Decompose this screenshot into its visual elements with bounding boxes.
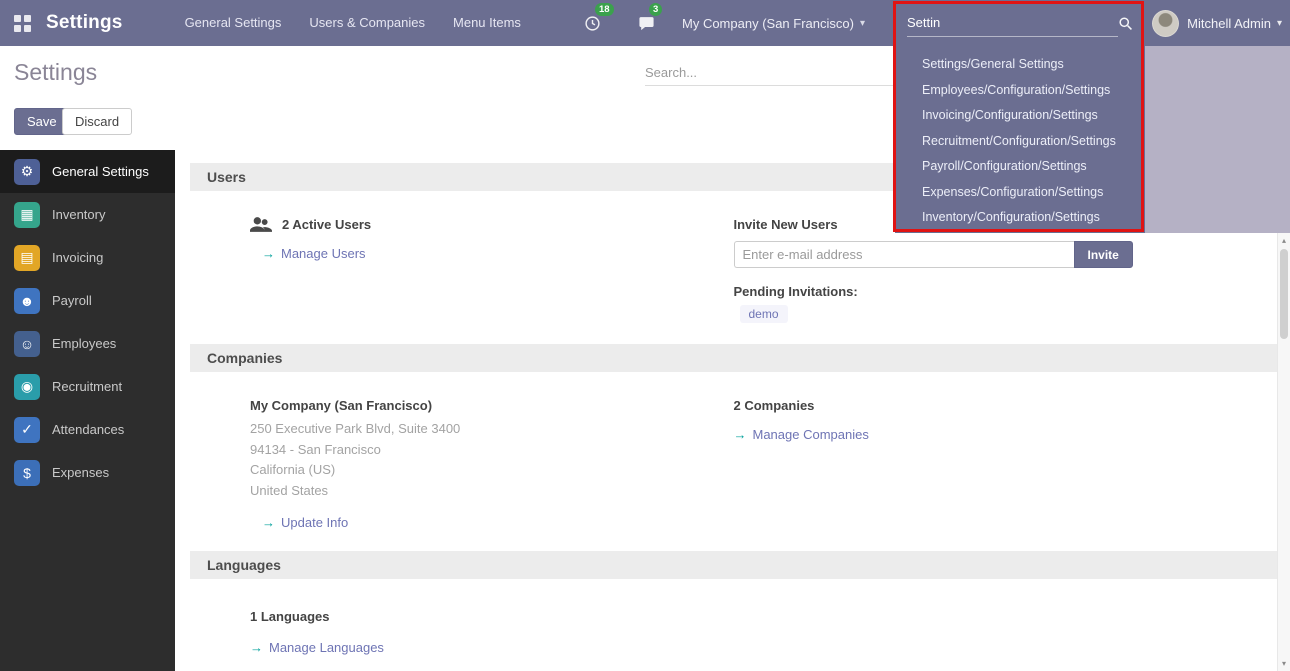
sidebar-item-employees[interactable]: ☺ Employees bbox=[0, 322, 175, 365]
sidebar-item-label: Expenses bbox=[52, 465, 109, 480]
scrollbar-thumb[interactable] bbox=[1280, 249, 1288, 339]
manage-companies-link[interactable]: Manage Companies bbox=[753, 427, 869, 442]
expenses-icon: $ bbox=[14, 460, 40, 486]
activity-systray[interactable]: 18 bbox=[584, 0, 601, 46]
messages-systray[interactable]: 3 bbox=[638, 0, 655, 46]
attendances-icon: ✓ bbox=[14, 417, 40, 443]
page-title: Settings bbox=[14, 59, 97, 86]
section-header-languages: Languages bbox=[190, 551, 1277, 579]
companies-count: 2 Companies bbox=[734, 398, 1278, 413]
invoicing-icon: ▤ bbox=[14, 245, 40, 271]
user-menu-panel bbox=[1145, 46, 1290, 233]
company-address-line: United States bbox=[250, 481, 734, 502]
discard-button[interactable]: Discard bbox=[62, 108, 132, 135]
sidebar-item-payroll[interactable]: ☻ Payroll bbox=[0, 279, 175, 322]
search-suggestion[interactable]: Payroll/Configuration/Settings bbox=[895, 154, 1145, 180]
settings-app-screen: Settings General Settings Users & Compan… bbox=[0, 0, 1290, 671]
sidebar-item-label: Attendances bbox=[52, 422, 124, 437]
active-users-count: 2 Active Users bbox=[282, 217, 371, 232]
payroll-icon: ☻ bbox=[14, 288, 40, 314]
invite-email-input[interactable] bbox=[734, 241, 1074, 268]
manage-users-link[interactable]: Manage Users bbox=[281, 246, 366, 261]
company-display-name: My Company (San Francisco) bbox=[250, 398, 734, 413]
section-companies: My Company (San Francisco) 250 Executive… bbox=[175, 372, 1290, 538]
menu-search-input[interactable] bbox=[907, 9, 1118, 37]
sidebar-item-invoicing[interactable]: ▤ Invoicing bbox=[0, 236, 175, 279]
gear-icon: ⚙ bbox=[14, 159, 40, 185]
chat-bubble-icon bbox=[638, 15, 655, 32]
avatar bbox=[1152, 10, 1179, 37]
users-group-icon bbox=[250, 217, 272, 232]
employees-icon: ☺ bbox=[14, 331, 40, 357]
sidebar-item-label: Employees bbox=[52, 336, 116, 351]
sidebar-item-expenses[interactable]: $ Expenses bbox=[0, 451, 175, 494]
sidebar-item-label: Payroll bbox=[52, 293, 92, 308]
search-suggestion[interactable]: Invoicing/Configuration/Settings bbox=[895, 103, 1145, 129]
arrow-right-icon: → bbox=[262, 246, 275, 261]
vertical-scrollbar[interactable]: ▴ ▾ bbox=[1277, 233, 1290, 671]
sidebar-item-general-settings[interactable]: ⚙ General Settings bbox=[0, 150, 175, 193]
pending-invitation-user[interactable]: demo bbox=[740, 305, 788, 323]
sidebar-item-label: General Settings bbox=[52, 164, 149, 179]
arrow-right-icon: → bbox=[734, 427, 747, 442]
sidebar-item-inventory[interactable]: ▦ Inventory bbox=[0, 193, 175, 236]
scroll-down-icon[interactable]: ▾ bbox=[1278, 659, 1290, 668]
section-languages: 1 Languages → Manage Languages bbox=[175, 579, 1290, 663]
company-switcher[interactable]: My Company (San Francisco) ▾ bbox=[682, 0, 865, 46]
update-info-link[interactable]: Update Info bbox=[281, 515, 348, 530]
menu-search-dropdown: Settings/General Settings Employees/Conf… bbox=[895, 0, 1145, 233]
inventory-icon: ▦ bbox=[14, 202, 40, 228]
app-title: Settings bbox=[46, 12, 123, 34]
company-name: My Company (San Francisco) bbox=[682, 16, 854, 31]
user-name: Mitchell Admin bbox=[1187, 16, 1271, 31]
invite-button[interactable]: Invite bbox=[1074, 241, 1133, 268]
sidebar-item-label: Inventory bbox=[52, 207, 105, 222]
menu-users-companies[interactable]: Users & Companies bbox=[299, 0, 435, 46]
company-address-line: 250 Executive Park Blvd, Suite 3400 bbox=[250, 419, 734, 440]
sidebar-item-label: Invoicing bbox=[52, 250, 103, 265]
clock-icon bbox=[584, 15, 601, 32]
company-address-line: California (US) bbox=[250, 460, 734, 481]
activity-count-badge: 18 bbox=[595, 3, 614, 16]
search-suggestion[interactable]: Employees/Configuration/Settings bbox=[895, 78, 1145, 104]
menu-menu-items[interactable]: Menu Items bbox=[443, 0, 531, 46]
arrow-right-icon: → bbox=[250, 640, 263, 655]
search-suggestion[interactable]: Recruitment/Configuration/Settings bbox=[895, 129, 1145, 155]
app-menu: General Settings Users & Companies Menu … bbox=[175, 0, 531, 46]
settings-sidebar: ⚙ General Settings ▦ Inventory ▤ Invoici… bbox=[0, 150, 175, 671]
arrow-right-icon: → bbox=[262, 515, 275, 530]
user-menu[interactable]: Mitchell Admin ▾ bbox=[1152, 0, 1282, 46]
search-suggestion[interactable]: Settings/General Settings bbox=[895, 52, 1145, 78]
search-icon bbox=[1118, 16, 1133, 31]
recruitment-icon: ◉ bbox=[14, 374, 40, 400]
manage-languages-link[interactable]: Manage Languages bbox=[269, 640, 384, 655]
sidebar-item-label: Recruitment bbox=[52, 379, 122, 394]
menu-search-suggestions: Settings/General Settings Employees/Conf… bbox=[895, 46, 1145, 233]
apps-menu-icon[interactable] bbox=[14, 15, 31, 32]
chevron-down-icon: ▾ bbox=[1277, 18, 1282, 29]
sidebar-item-recruitment[interactable]: ◉ Recruitment bbox=[0, 365, 175, 408]
section-header-companies: Companies bbox=[190, 344, 1277, 372]
search-suggestion[interactable]: Inventory/Configuration/Settings bbox=[895, 205, 1145, 231]
search-suggestion[interactable]: Expenses/Configuration/Settings bbox=[895, 180, 1145, 206]
sidebar-item-attendances[interactable]: ✓ Attendances bbox=[0, 408, 175, 451]
languages-count: 1 Languages bbox=[250, 609, 734, 624]
message-count-badge: 3 bbox=[649, 3, 662, 16]
menu-general-settings[interactable]: General Settings bbox=[175, 0, 292, 46]
company-address-line: 94134 - San Francisco bbox=[250, 440, 734, 461]
menu-search-bar bbox=[895, 0, 1145, 46]
chevron-down-icon: ▾ bbox=[860, 18, 865, 29]
pending-invitations-label: Pending Invitations: bbox=[734, 284, 1278, 299]
scroll-up-icon[interactable]: ▴ bbox=[1278, 236, 1290, 245]
